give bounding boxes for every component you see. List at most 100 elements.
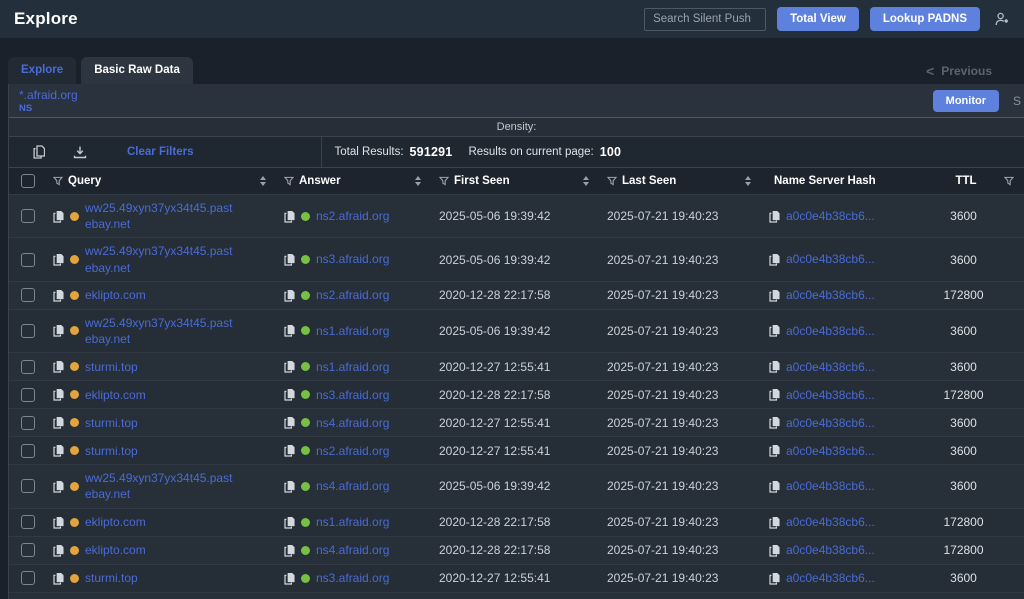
- copy-icon[interactable]: [284, 289, 295, 302]
- query-link[interactable]: ww25.49xyn37yx34t45.pastebay.net: [85, 470, 237, 502]
- select-all-checkbox[interactable]: [21, 174, 35, 188]
- query-link[interactable]: sturmi.top: [85, 443, 138, 459]
- answer-link[interactable]: ns2.afraid.org: [316, 287, 389, 303]
- lookup-padns-button[interactable]: Lookup PADNS: [870, 7, 980, 31]
- ns-hash-link[interactable]: a0c0e4b38cb6...: [786, 415, 875, 431]
- column-header-first-seen[interactable]: First Seen: [433, 175, 601, 187]
- search-input[interactable]: [644, 8, 766, 31]
- answer-link[interactable]: ns3.afraid.org: [316, 387, 389, 403]
- copy-icon[interactable]: [769, 544, 780, 557]
- copy-icon[interactable]: [769, 516, 780, 529]
- ns-hash-link[interactable]: a0c0e4b38cb6...: [786, 542, 875, 558]
- row-checkbox[interactable]: [21, 324, 35, 338]
- row-checkbox[interactable]: [21, 479, 35, 493]
- tab-basic-raw-data[interactable]: Basic Raw Data: [81, 57, 193, 84]
- download-icon[interactable]: [73, 145, 87, 159]
- copy-icon[interactable]: [769, 572, 780, 585]
- ns-hash-link[interactable]: a0c0e4b38cb6...: [786, 287, 875, 303]
- copy-icon[interactable]: [769, 253, 780, 266]
- query-link[interactable]: eklipto.com: [85, 387, 146, 403]
- ns-hash-link[interactable]: a0c0e4b38cb6...: [786, 359, 875, 375]
- copy-icon[interactable]: [53, 444, 64, 457]
- query-link[interactable]: eklipto.com: [85, 542, 146, 558]
- copy-icon[interactable]: [53, 289, 64, 302]
- copy-icon[interactable]: [53, 544, 64, 557]
- copy-results-icon[interactable]: [33, 145, 45, 159]
- copy-icon[interactable]: [284, 388, 295, 401]
- query-value-link[interactable]: *.afraid.org: [19, 88, 78, 102]
- copy-icon[interactable]: [53, 388, 64, 401]
- copy-icon[interactable]: [769, 324, 780, 337]
- answer-link[interactable]: ns4.afraid.org: [316, 415, 389, 431]
- copy-icon[interactable]: [284, 544, 295, 557]
- copy-icon[interactable]: [53, 480, 64, 493]
- copy-icon[interactable]: [284, 572, 295, 585]
- column-header-last-seen[interactable]: Last Seen: [601, 175, 763, 187]
- query-link[interactable]: ww25.49xyn37yx34t45.pastebay.net: [85, 200, 237, 232]
- row-checkbox[interactable]: [21, 571, 35, 585]
- answer-link[interactable]: ns1.afraid.org: [316, 514, 389, 530]
- ns-hash-link[interactable]: a0c0e4b38cb6...: [786, 387, 875, 403]
- ns-hash-link[interactable]: a0c0e4b38cb6...: [786, 251, 875, 267]
- sort-arrows-icon[interactable]: [745, 176, 757, 186]
- ns-hash-link[interactable]: a0c0e4b38cb6...: [786, 514, 875, 530]
- copy-icon[interactable]: [53, 416, 64, 429]
- copy-icon[interactable]: [284, 253, 295, 266]
- copy-icon[interactable]: [284, 416, 295, 429]
- query-link[interactable]: eklipto.com: [85, 287, 146, 303]
- copy-icon[interactable]: [53, 324, 64, 337]
- copy-icon[interactable]: [53, 516, 64, 529]
- row-checkbox[interactable]: [21, 388, 35, 402]
- row-checkbox[interactable]: [21, 360, 35, 374]
- copy-icon[interactable]: [769, 360, 780, 373]
- query-link[interactable]: sturmi.top: [85, 359, 138, 375]
- row-checkbox[interactable]: [21, 209, 35, 223]
- answer-link[interactable]: ns2.afraid.org: [316, 443, 389, 459]
- column-header-answer[interactable]: Answer: [278, 175, 433, 187]
- clear-filters-link[interactable]: Clear Filters: [127, 146, 193, 158]
- sort-arrows-icon[interactable]: [260, 176, 272, 186]
- ns-hash-link[interactable]: a0c0e4b38cb6...: [786, 323, 875, 339]
- answer-link[interactable]: ns4.afraid.org: [316, 542, 389, 558]
- ns-hash-link[interactable]: a0c0e4b38cb6...: [786, 478, 875, 494]
- ns-hash-link[interactable]: a0c0e4b38cb6...: [786, 208, 875, 224]
- filter-funnel-icon[interactable]: [1004, 176, 1014, 186]
- row-checkbox[interactable]: [21, 253, 35, 267]
- copy-icon[interactable]: [284, 360, 295, 373]
- copy-icon[interactable]: [53, 210, 64, 223]
- filter-funnel-icon[interactable]: [439, 176, 449, 186]
- query-link[interactable]: eklipto.com: [85, 514, 146, 530]
- query-link[interactable]: ww25.49xyn37yx34t45.pastebay.net: [85, 243, 237, 275]
- copy-icon[interactable]: [769, 416, 780, 429]
- copy-icon[interactable]: [284, 324, 295, 337]
- column-header-filter[interactable]: [991, 176, 1024, 186]
- sort-arrows-icon[interactable]: [583, 176, 595, 186]
- tab-explore[interactable]: Explore: [8, 57, 76, 84]
- previous-button[interactable]: < Previous: [926, 64, 992, 78]
- sort-arrows-icon[interactable]: [415, 176, 427, 186]
- row-checkbox[interactable]: [21, 288, 35, 302]
- row-checkbox[interactable]: [21, 444, 35, 458]
- answer-link[interactable]: ns2.afraid.org: [316, 208, 389, 224]
- copy-icon[interactable]: [769, 210, 780, 223]
- copy-icon[interactable]: [284, 444, 295, 457]
- copy-icon[interactable]: [53, 572, 64, 585]
- filter-funnel-icon[interactable]: [284, 176, 294, 186]
- query-link[interactable]: sturmi.top: [85, 570, 138, 586]
- monitor-button[interactable]: Monitor: [933, 90, 999, 112]
- answer-link[interactable]: ns3.afraid.org: [316, 251, 389, 267]
- copy-icon[interactable]: [769, 480, 780, 493]
- total-view-button[interactable]: Total View: [777, 7, 859, 31]
- row-checkbox[interactable]: [21, 416, 35, 430]
- copy-icon[interactable]: [769, 388, 780, 401]
- filter-funnel-icon[interactable]: [607, 176, 617, 186]
- user-assist-icon[interactable]: [994, 11, 1010, 27]
- filter-funnel-icon[interactable]: [53, 176, 63, 186]
- copy-icon[interactable]: [769, 444, 780, 457]
- answer-link[interactable]: ns1.afraid.org: [316, 359, 389, 375]
- copy-icon[interactable]: [284, 480, 295, 493]
- query-link[interactable]: sturmi.top: [85, 415, 138, 431]
- answer-link[interactable]: ns3.afraid.org: [316, 570, 389, 586]
- column-header-query[interactable]: Query: [47, 175, 278, 187]
- row-checkbox[interactable]: [21, 515, 35, 529]
